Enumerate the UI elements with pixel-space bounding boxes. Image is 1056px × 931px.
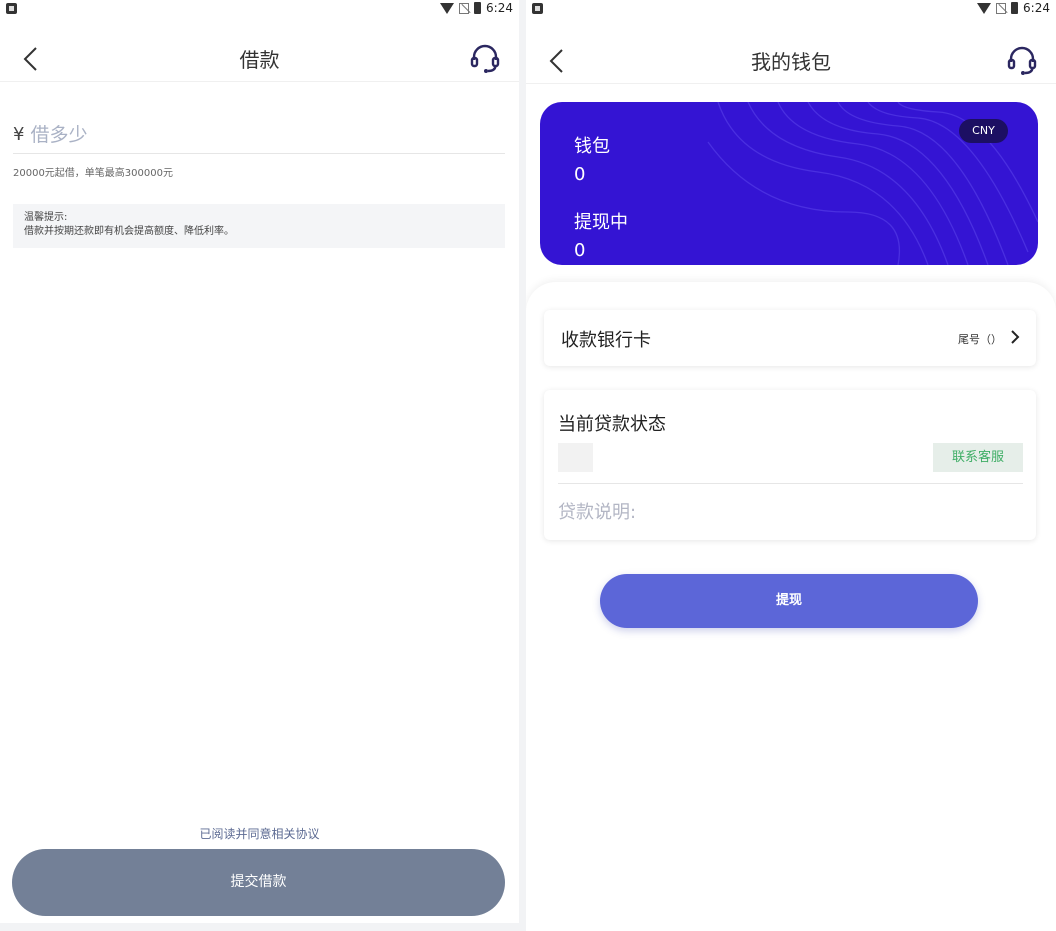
battery-icon (1011, 2, 1019, 14)
notification-icon (532, 3, 543, 14)
amount-input[interactable] (30, 123, 505, 146)
withdraw-button[interactable]: 提现 (600, 574, 978, 628)
no-sim-icon (996, 2, 1007, 14)
chevron-right-icon (1011, 330, 1020, 344)
tip-body: 借款并按期还款即有机会提高额度、降低利率。 (24, 226, 234, 237)
page-title: 我的钱包 (751, 50, 831, 74)
withdrawing-label: 提现中 (574, 212, 628, 233)
borrow-navbar: 借款 (0, 34, 519, 82)
borrow-screen: 6:24 借款 ¥ 20000元起借，单笔最高300000元 温馨提示: 借款并… (0, 0, 519, 923)
wifi-icon (440, 2, 455, 14)
status-time: 6:24 (1023, 1, 1050, 15)
loan-description-label: 贷款说明: (558, 502, 637, 523)
status-time: 6:24 (486, 1, 513, 15)
wallet-navbar: 我的钱包 (526, 36, 1056, 84)
amount-row: ¥ (13, 116, 505, 154)
tip-title: 温馨提示: (24, 212, 68, 223)
status-bar: 6:24 (526, 0, 1056, 18)
wifi-icon (977, 2, 992, 14)
wallet-balance-card: CNY 钱包 0 提现中 0 (540, 102, 1038, 265)
tip-box: 温馨提示: 借款并按期还款即有机会提高额度、降低利率。 (13, 204, 505, 248)
loan-status-indicator (558, 443, 593, 472)
headset-icon[interactable] (1006, 44, 1038, 76)
amount-range-hint: 20000元起借，单笔最高300000元 (13, 168, 173, 179)
loan-status-card: 当前贷款状态 联系客服 贷款说明: (544, 390, 1036, 540)
status-icons: 6:24 (977, 1, 1050, 15)
wallet-label: 钱包 (574, 136, 610, 157)
contact-service-button[interactable]: 联系客服 (933, 443, 1023, 472)
status-icons: 6:24 (440, 1, 513, 15)
bank-card-tail-number: 尾号（） (958, 333, 1002, 346)
bank-card-row[interactable]: 收款银行卡 尾号（） (544, 310, 1036, 366)
withdrawing-value: 0 (574, 240, 586, 261)
headset-icon[interactable] (469, 42, 501, 74)
notification-icon (6, 3, 17, 14)
loan-status-title: 当前贷款状态 (558, 414, 666, 435)
battery-icon (474, 2, 482, 14)
currency-badge: CNY (959, 119, 1008, 143)
wallet-screen: 6:24 我的钱包 CNY 钱包 0 提现中 0 收款银行卡 尾号（） 当前贷款… (526, 0, 1056, 931)
status-bar: 6:24 (0, 0, 519, 18)
submit-loan-button[interactable]: 提交借款 (12, 849, 505, 916)
currency-symbol: ¥ (13, 124, 25, 145)
divider (558, 483, 1023, 484)
page-title: 借款 (239, 48, 280, 72)
agreement-link[interactable]: 已阅读并同意相关协议 (0, 825, 519, 842)
bank-card-label: 收款银行卡 (561, 330, 651, 351)
wallet-balance-value: 0 (574, 164, 586, 185)
no-sim-icon (459, 2, 470, 14)
